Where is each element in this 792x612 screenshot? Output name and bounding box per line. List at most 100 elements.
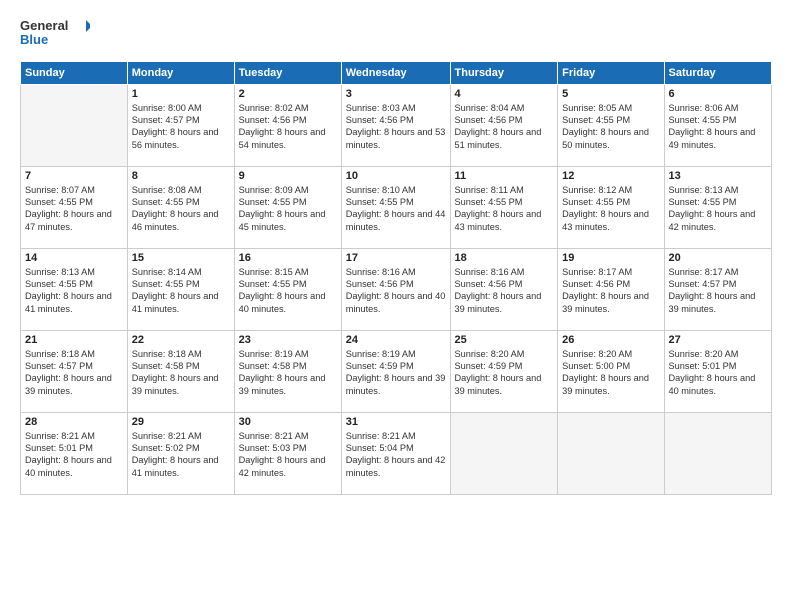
day-number: 26 <box>562 334 659 346</box>
weekday-header-wednesday: Wednesday <box>341 61 450 84</box>
day-info: Sunrise: 8:00 AMSunset: 4:57 PMDaylight:… <box>132 102 230 152</box>
day-number: 16 <box>239 252 337 264</box>
calendar-cell: 14 Sunrise: 8:13 AMSunset: 4:55 PMDayligh… <box>21 248 128 330</box>
page: General Blue SundayMondayTuesdayWednesda… <box>0 0 792 612</box>
weekday-header-thursday: Thursday <box>450 61 558 84</box>
calendar-cell: 6Sunrise: 8:06 AMSunset: 4:55 PMDaylight… <box>664 84 772 166</box>
day-info: Sunrise: 8:05 AMSunset: 4:55 PMDaylight:… <box>562 102 659 152</box>
day-number: 13 <box>669 170 768 182</box>
calendar-cell: 31 Sunrise: 8:21 AMSunset: 5:04 PMDayligh… <box>341 412 450 494</box>
day-info: Sunrise: 8:10 AMSunset: 4:55 PMDaylight:… <box>346 184 446 234</box>
day-number: 7 <box>25 170 123 182</box>
calendar-cell <box>21 84 128 166</box>
calendar-cell: 28 Sunrise: 8:21 AMSunset: 5:01 PMDayligh… <box>21 412 128 494</box>
day-number: 14 <box>25 252 123 264</box>
day-info: Sunrise: 8:16 AMSunset: 4:56 PMDaylight:… <box>455 266 554 316</box>
calendar-cell: 29 Sunrise: 8:21 AMSunset: 5:02 PMDayligh… <box>127 412 234 494</box>
day-info: Sunrise: 8:08 AMSunset: 4:55 PMDaylight:… <box>132 184 230 234</box>
day-number: 19 <box>562 252 659 264</box>
day-info: Sunrise: 8:13 AMSunset: 4:55 PMDaylight:… <box>25 266 123 316</box>
calendar-cell: 25 Sunrise: 8:20 AMSunset: 4:59 PMDayligh… <box>450 330 558 412</box>
weekday-header-monday: Monday <box>127 61 234 84</box>
day-info: Sunrise: 8:21 AMSunset: 5:02 PMDaylight:… <box>132 430 230 480</box>
day-info: Sunrise: 8:20 AMSunset: 4:59 PMDaylight:… <box>455 348 554 398</box>
day-info: Sunrise: 8:19 AMSunset: 4:59 PMDaylight:… <box>346 348 446 398</box>
day-info: Sunrise: 8:03 AMSunset: 4:56 PMDaylight:… <box>346 102 446 152</box>
calendar-cell: 15Sunrise: 8:14 AMSunset: 4:55 PMDayligh… <box>127 248 234 330</box>
day-number: 25 <box>455 334 554 346</box>
day-number: 6 <box>669 88 768 100</box>
day-info: Sunrise: 8:09 AMSunset: 4:55 PMDaylight:… <box>239 184 337 234</box>
weekday-header-tuesday: Tuesday <box>234 61 341 84</box>
day-number: 4 <box>455 88 554 100</box>
calendar-cell: 26 Sunrise: 8:20 AMSunset: 5:00 PMDayligh… <box>558 330 664 412</box>
calendar-cell: 5 Sunrise: 8:05 AMSunset: 4:55 PMDaylight… <box>558 84 664 166</box>
calendar-cell: 12 Sunrise: 8:12 AMSunset: 4:55 PMDayligh… <box>558 166 664 248</box>
logo: General Blue <box>20 16 90 53</box>
calendar-cell: 21 Sunrise: 8:18 AMSunset: 4:57 PMDayligh… <box>21 330 128 412</box>
day-info: Sunrise: 8:17 AMSunset: 4:57 PMDaylight:… <box>669 266 768 316</box>
weekday-header-friday: Friday <box>558 61 664 84</box>
day-info: Sunrise: 8:21 AMSunset: 5:01 PMDaylight:… <box>25 430 123 480</box>
day-info: Sunrise: 8:02 AMSunset: 4:56 PMDaylight:… <box>239 102 337 152</box>
day-info: Sunrise: 8:15 AMSunset: 4:55 PMDaylight:… <box>239 266 337 316</box>
calendar-cell <box>558 412 664 494</box>
day-number: 10 <box>346 170 446 182</box>
day-number: 18 <box>455 252 554 264</box>
day-number: 8 <box>132 170 230 182</box>
week-row-1: 1Sunrise: 8:00 AMSunset: 4:57 PMDaylight… <box>21 84 772 166</box>
day-info: Sunrise: 8:20 AMSunset: 5:00 PMDaylight:… <box>562 348 659 398</box>
logo-text-block: General Blue <box>20 16 90 53</box>
calendar-cell: 22Sunrise: 8:18 AMSunset: 4:58 PMDayligh… <box>127 330 234 412</box>
calendar-cell: 11Sunrise: 8:11 AMSunset: 4:55 PMDayligh… <box>450 166 558 248</box>
day-number: 27 <box>669 334 768 346</box>
day-number: 28 <box>25 416 123 428</box>
day-info: Sunrise: 8:20 AMSunset: 5:01 PMDaylight:… <box>669 348 768 398</box>
weekday-header-saturday: Saturday <box>664 61 772 84</box>
calendar-cell: 3 Sunrise: 8:03 AMSunset: 4:56 PMDaylight… <box>341 84 450 166</box>
day-info: Sunrise: 8:07 AMSunset: 4:55 PMDaylight:… <box>25 184 123 234</box>
day-info: Sunrise: 8:16 AMSunset: 4:56 PMDaylight:… <box>346 266 446 316</box>
day-number: 5 <box>562 88 659 100</box>
day-info: Sunrise: 8:21 AMSunset: 5:03 PMDaylight:… <box>239 430 337 480</box>
calendar-cell: 18 Sunrise: 8:16 AMSunset: 4:56 PMDayligh… <box>450 248 558 330</box>
day-info: Sunrise: 8:21 AMSunset: 5:04 PMDaylight:… <box>346 430 446 480</box>
day-number: 9 <box>239 170 337 182</box>
calendar-cell: 9 Sunrise: 8:09 AMSunset: 4:55 PMDaylight… <box>234 166 341 248</box>
day-number: 23 <box>239 334 337 346</box>
calendar-cell: 27 Sunrise: 8:20 AMSunset: 5:01 PMDayligh… <box>664 330 772 412</box>
day-number: 12 <box>562 170 659 182</box>
logo-svg: General Blue <box>20 16 90 48</box>
day-number: 2 <box>239 88 337 100</box>
day-number: 17 <box>346 252 446 264</box>
calendar-cell: 1Sunrise: 8:00 AMSunset: 4:57 PMDaylight… <box>127 84 234 166</box>
calendar-cell: 16 Sunrise: 8:15 AMSunset: 4:55 PMDayligh… <box>234 248 341 330</box>
day-info: Sunrise: 8:19 AMSunset: 4:58 PMDaylight:… <box>239 348 337 398</box>
calendar-cell: 23 Sunrise: 8:19 AMSunset: 4:58 PMDayligh… <box>234 330 341 412</box>
calendar-cell <box>664 412 772 494</box>
day-info: Sunrise: 8:18 AMSunset: 4:57 PMDaylight:… <box>25 348 123 398</box>
day-number: 29 <box>132 416 230 428</box>
day-info: Sunrise: 8:13 AMSunset: 4:55 PMDaylight:… <box>669 184 768 234</box>
calendar-cell: 20 Sunrise: 8:17 AMSunset: 4:57 PMDayligh… <box>664 248 772 330</box>
svg-text:Blue: Blue <box>20 32 48 47</box>
calendar-cell <box>450 412 558 494</box>
day-info: Sunrise: 8:14 AMSunset: 4:55 PMDaylight:… <box>132 266 230 316</box>
header: General Blue <box>20 16 772 53</box>
weekday-header-row: SundayMondayTuesdayWednesdayThursdayFrid… <box>21 61 772 84</box>
week-row-4: 21 Sunrise: 8:18 AMSunset: 4:57 PMDayligh… <box>21 330 772 412</box>
calendar-cell: 13 Sunrise: 8:13 AMSunset: 4:55 PMDayligh… <box>664 166 772 248</box>
day-number: 24 <box>346 334 446 346</box>
day-number: 21 <box>25 334 123 346</box>
calendar-cell: 30Sunrise: 8:21 AMSunset: 5:03 PMDayligh… <box>234 412 341 494</box>
day-number: 31 <box>346 416 446 428</box>
week-row-2: 7 Sunrise: 8:07 AMSunset: 4:55 PMDaylight… <box>21 166 772 248</box>
day-number: 3 <box>346 88 446 100</box>
calendar-cell: 24 Sunrise: 8:19 AMSunset: 4:59 PMDayligh… <box>341 330 450 412</box>
calendar-cell: 19Sunrise: 8:17 AMSunset: 4:56 PMDayligh… <box>558 248 664 330</box>
calendar-cell: 7 Sunrise: 8:07 AMSunset: 4:55 PMDaylight… <box>21 166 128 248</box>
calendar-cell: 10 Sunrise: 8:10 AMSunset: 4:55 PMDayligh… <box>341 166 450 248</box>
day-number: 20 <box>669 252 768 264</box>
calendar-cell: 17 Sunrise: 8:16 AMSunset: 4:56 PMDayligh… <box>341 248 450 330</box>
day-info: Sunrise: 8:12 AMSunset: 4:55 PMDaylight:… <box>562 184 659 234</box>
